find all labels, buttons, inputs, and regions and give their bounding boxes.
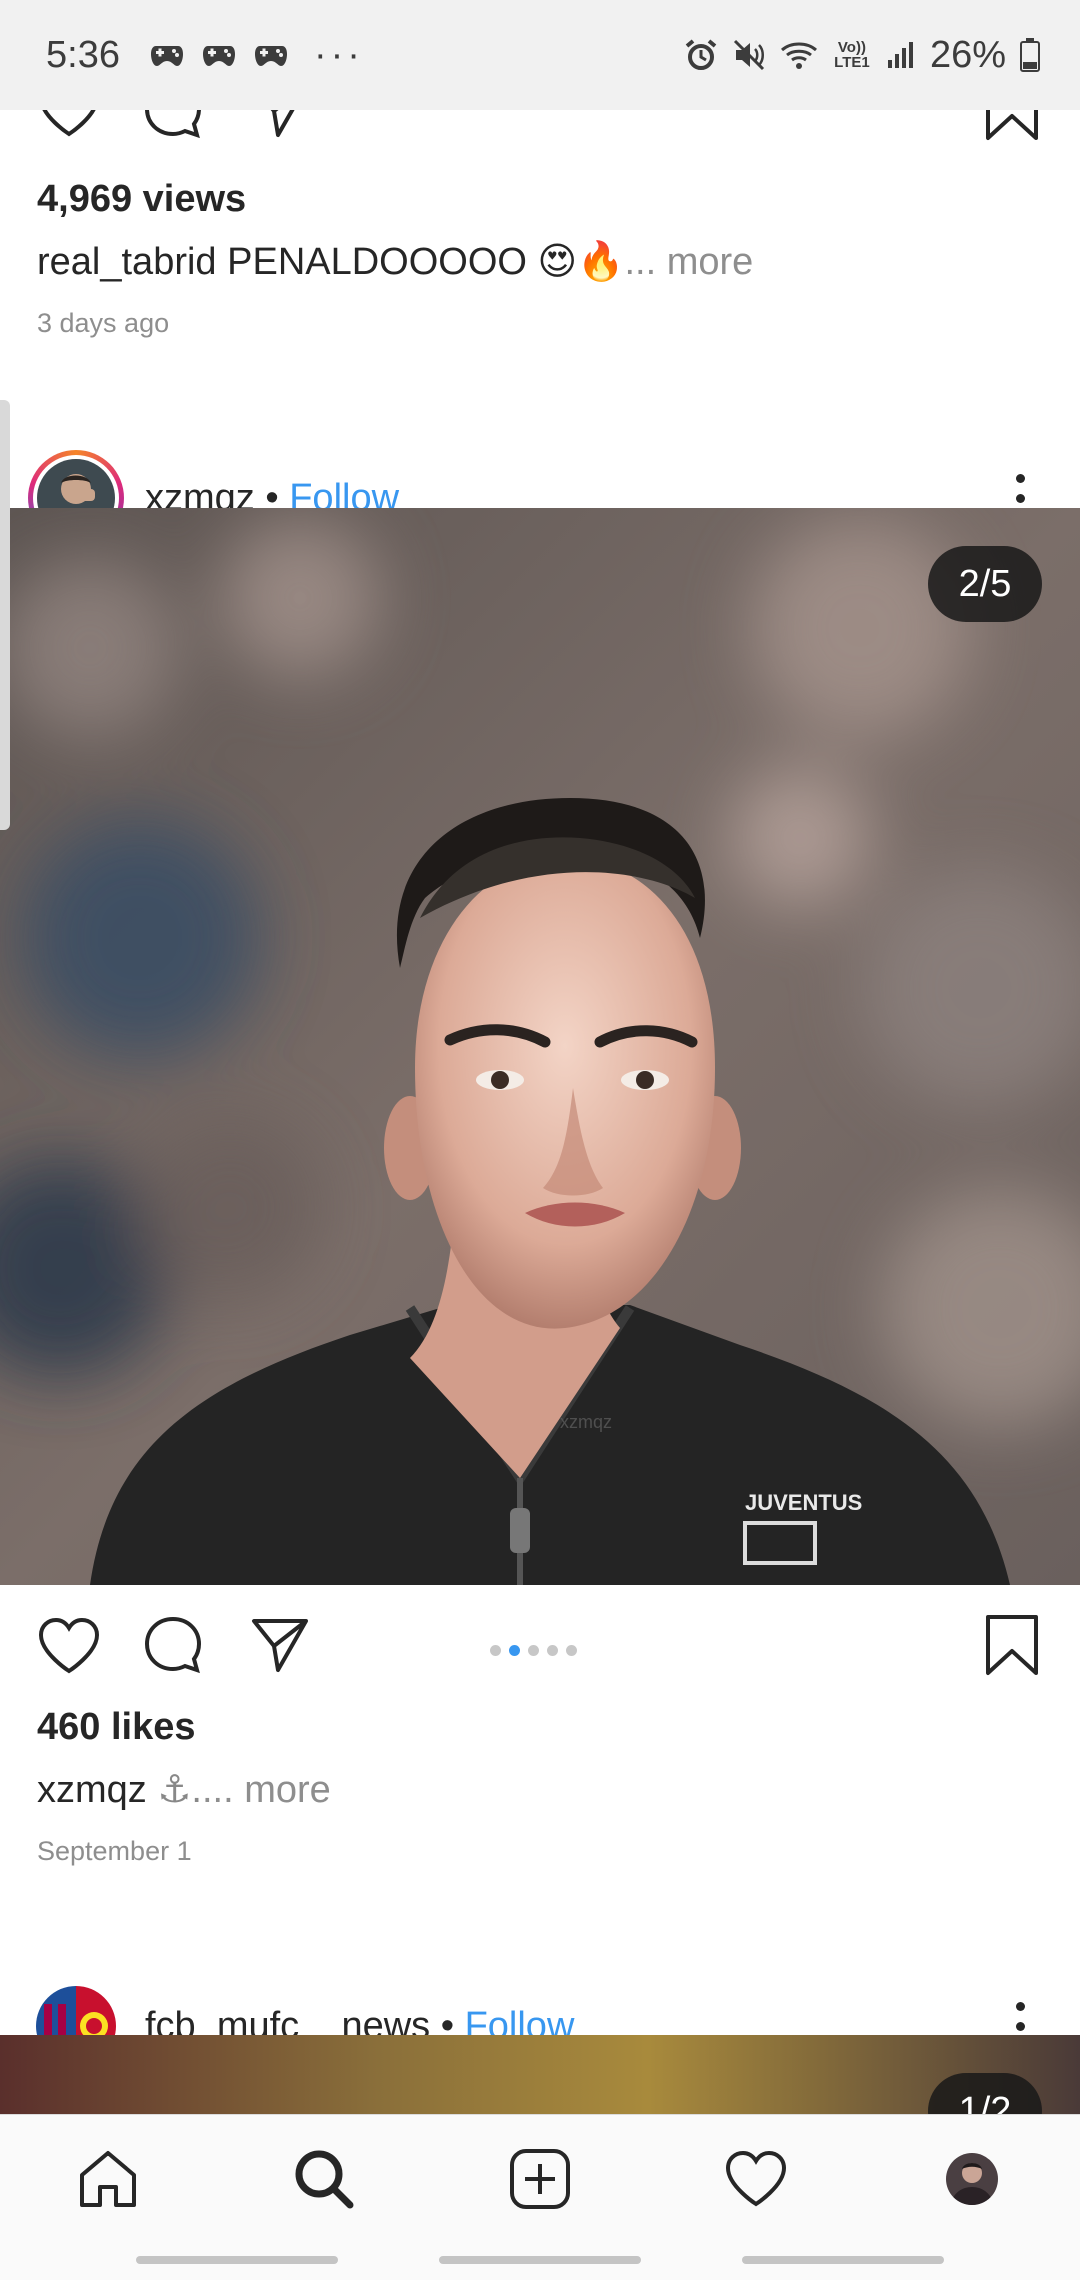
comment-icon[interactable] — [143, 110, 203, 140]
notification-icons — [150, 42, 288, 68]
post-timestamp: 3 days ago — [37, 308, 170, 338]
game-controller-icon — [254, 46, 287, 66]
save-bookmark-icon[interactable] — [984, 110, 1040, 142]
back-button[interactable] — [742, 2256, 944, 2264]
post-timestamp: September 1 — [37, 1836, 192, 1866]
nav-home[interactable] — [54, 2125, 162, 2233]
post-image — [0, 2035, 1080, 2114]
like-heart-icon[interactable] — [37, 110, 101, 138]
share-icon[interactable] — [250, 110, 310, 140]
post-meta: 460 likes xzmqz ⚓.... more September 1 — [37, 1706, 1037, 1867]
battery-percent: 26% — [929, 33, 1006, 76]
nav-search[interactable] — [270, 2125, 378, 2233]
post-action-bar — [0, 1605, 1080, 1705]
mute-icon — [733, 39, 764, 71]
share-icon[interactable] — [250, 1615, 310, 1675]
battery-icon — [1020, 38, 1040, 72]
caption-text: PENALDOOOOO 😍🔥 — [227, 241, 625, 283]
save-bookmark-icon[interactable] — [984, 1613, 1040, 1677]
comment-icon[interactable] — [143, 1615, 203, 1675]
game-controller-icon — [150, 46, 183, 66]
caption-more-link[interactable]: ... more — [202, 1769, 331, 1811]
nav-activity[interactable] — [702, 2125, 810, 2233]
home-icon — [80, 2150, 136, 2207]
next-post-photo[interactable]: 1/2 — [0, 2035, 1080, 2114]
feed[interactable]: 4,969 views real_tabrid PENALDOOOOO 😍🔥..… — [0, 110, 1080, 2114]
previous-post-meta: 4,969 views real_tabrid PENALDOOOOO 😍🔥..… — [37, 178, 1037, 339]
nav-profile[interactable] — [918, 2125, 1026, 2233]
system-indicators: Vo)) LTE1 26% — [684, 34, 1040, 77]
previous-post-action-bar — [0, 110, 1080, 168]
caption-text: ⚓. — [157, 1769, 202, 1811]
search-icon — [295, 2150, 354, 2208]
status-time: 5:36 — [46, 33, 120, 76]
photo-watermark: xzmqz — [560, 1412, 612, 1432]
caption: xzmqz ⚓.... more — [37, 1767, 1037, 1812]
game-controller-icon — [202, 46, 235, 66]
post-photo[interactable]: JUVENTUS xzmqz 2/5 — [0, 508, 1080, 1585]
profile-avatar — [946, 2152, 998, 2205]
instagram-app: 5:36 ··· Vo)) LTE1 26% 4,969 views real_… — [0, 0, 1080, 2280]
carousel-dot — [566, 1645, 577, 1656]
carousel-dot — [528, 1645, 539, 1656]
jersey-text: JUVENTUS — [745, 1490, 862, 1515]
post-image: JUVENTUS xzmqz — [0, 508, 1080, 1585]
edge-panel-handle[interactable] — [0, 400, 10, 830]
caption: real_tabrid PENALDOOOOO 😍🔥... more — [37, 239, 1037, 284]
wifi-icon — [780, 42, 817, 69]
carousel-indicator — [490, 1645, 577, 1656]
carousel-dot — [509, 1645, 520, 1656]
view-count: 4,969 views — [37, 178, 247, 220]
photo-counter: 1/2 — [928, 2073, 1042, 2114]
carousel-dot — [490, 1645, 501, 1656]
alarm-icon — [685, 39, 717, 70]
status-bar: 5:36 ··· Vo)) LTE1 26% — [0, 0, 1080, 110]
caption-username[interactable]: xzmqz — [37, 1769, 147, 1811]
caption-username[interactable]: real_tabrid — [37, 241, 217, 283]
like-heart-icon[interactable] — [37, 1617, 101, 1675]
volte-label: Vo)) LTE1 — [834, 39, 870, 71]
new-post-icon — [510, 2148, 570, 2209]
like-count[interactable]: 460 likes — [37, 1706, 1037, 1749]
photo-counter: 2/5 — [928, 546, 1042, 622]
recents-button[interactable] — [136, 2256, 338, 2264]
signal-icon — [887, 42, 913, 68]
nav-new-post[interactable] — [486, 2125, 594, 2233]
caption-more-link[interactable]: ... more — [624, 241, 753, 283]
activity-heart-icon — [725, 2150, 787, 2206]
carousel-dot — [547, 1645, 558, 1656]
more-notifications-indicator: ··· — [313, 33, 364, 76]
system-nav-bar — [0, 2242, 1080, 2280]
bottom-nav — [0, 2114, 1080, 2242]
home-gesture-button[interactable] — [439, 2256, 641, 2264]
